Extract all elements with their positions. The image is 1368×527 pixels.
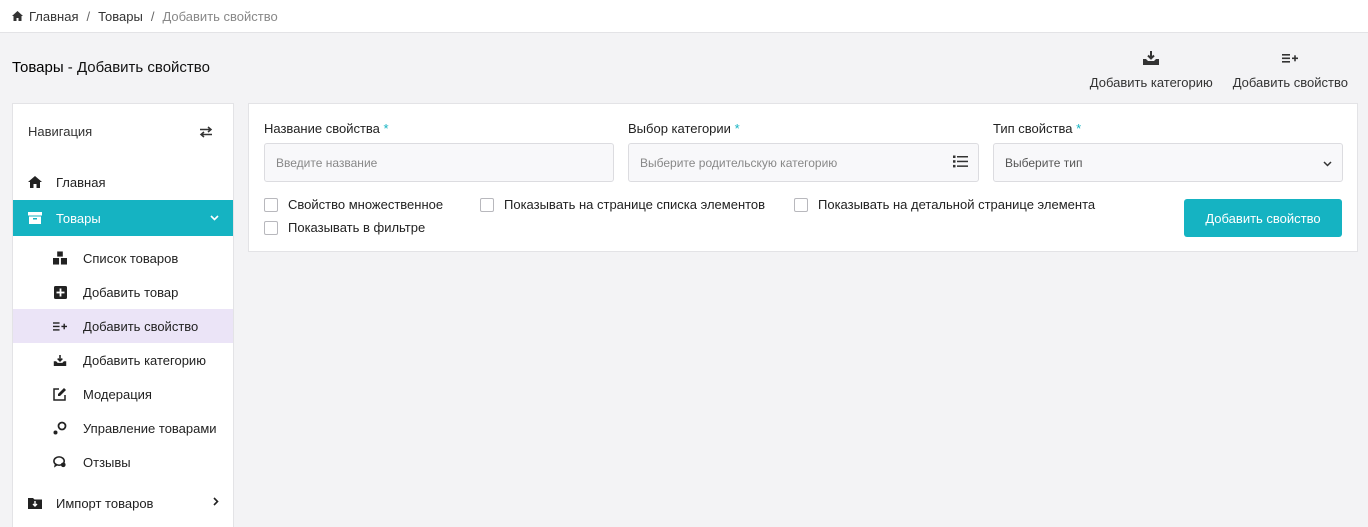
category-label: Выбор категории *	[628, 121, 740, 136]
checkbox-label: Свойство множественное	[288, 197, 444, 212]
breadcrumb-separator: /	[86, 8, 91, 24]
sidebar-subitem-label: Добавить товар	[83, 284, 179, 300]
swap-arrows-icon[interactable]	[199, 125, 213, 138]
type-label: Тип свойства *	[993, 121, 1081, 136]
page-title-section: Товары	[12, 59, 64, 76]
breadcrumb: Главная / Товары / Добавить свойство	[0, 0, 1368, 33]
checkbox-label: Показывать на странице списка элементов	[504, 197, 766, 212]
add-property-label: Добавить свойство	[1232, 75, 1348, 90]
type-value: Выберите тип	[1005, 155, 1083, 170]
list-icon[interactable]	[953, 155, 968, 171]
sidebar-subitem-label: Добавить свойство	[83, 318, 199, 334]
checkbox-label: Показывать на детальной странице элемент…	[818, 197, 1096, 212]
sidebar-item-import[interactable]: Импорт товаров	[13, 485, 233, 521]
name-placeholder: Введите название	[276, 155, 378, 170]
sidebar-item-home[interactable]: Главная	[13, 164, 233, 200]
sidebar-subitem-reviews[interactable]: Отзывы	[13, 445, 233, 479]
edit-icon	[53, 387, 67, 401]
sidebar-subitem-label: Список товаров	[83, 250, 179, 266]
page-title-rest: - Добавить свойство	[63, 59, 210, 76]
chevron-down-icon	[1323, 156, 1332, 170]
breadcrumb-section[interactable]: Товары	[98, 9, 143, 24]
chat-search-icon	[53, 455, 67, 469]
nav-header: Навигация	[13, 104, 233, 159]
sidebar-subitem-label: Модерация	[83, 386, 152, 402]
sidebar-subitem-label: Добавить категорию	[83, 352, 206, 368]
sidebar-item-label: Главная	[56, 174, 106, 190]
sidebar-item-label: Товары	[56, 210, 101, 226]
folder-download-icon	[28, 496, 42, 510]
add-property-button[interactable]: Добавить свойство	[1233, 50, 1348, 90]
required-mark: *	[1076, 121, 1082, 136]
add-category-button[interactable]: Добавить категорию	[1090, 50, 1213, 90]
checkbox-box[interactable]	[794, 197, 808, 212]
nav-header-label: Навигация	[28, 124, 93, 139]
checkbox-list-page[interactable]: Показывать на странице списка элементов	[480, 197, 765, 212]
sidebar-item-products[interactable]: Товары	[13, 200, 233, 236]
checkbox-multiple[interactable]: Свойство множественное	[264, 197, 443, 212]
tray-download-icon	[1143, 51, 1160, 65]
type-label-text: Тип свойства	[993, 121, 1073, 136]
sidebar-subitem-product-list[interactable]: Список товаров	[13, 241, 233, 275]
checkbox-label: Показывать в фильтре	[288, 220, 426, 235]
sidebar-subitem-label: Отзывы	[83, 454, 131, 470]
type-select[interactable]: Выберите тип	[993, 143, 1343, 182]
name-label-text: Название свойства	[264, 121, 380, 136]
required-mark: *	[734, 121, 740, 136]
list-plus-icon	[1282, 54, 1299, 63]
sidebar-subitem-add-property[interactable]: Добавить свойство	[13, 309, 233, 343]
breadcrumb-home[interactable]: Главная	[29, 9, 78, 24]
name-label: Название свойства *	[264, 121, 389, 136]
name-input[interactable]: Введите название	[264, 143, 614, 182]
checkbox-detail-page[interactable]: Показывать на детальной странице элемент…	[794, 197, 1095, 212]
chevron-down-icon	[210, 212, 219, 224]
archive-box-icon	[28, 211, 42, 225]
sidebar-subitem-moderation[interactable]: Модерация	[13, 377, 233, 411]
sidebar-subitem-management[interactable]: Управление товарами	[13, 411, 233, 445]
settings-nodes-icon	[53, 421, 67, 435]
category-select[interactable]: Выберите родительскую категорию	[628, 143, 979, 182]
checkbox-filter[interactable]: Показывать в фильтре	[264, 220, 425, 235]
submit-add-property-button[interactable]: Добавить свойство	[1184, 199, 1342, 237]
home-icon	[28, 175, 42, 189]
breadcrumb-separator: /	[150, 8, 155, 24]
add-category-label: Добавить категорию	[1089, 75, 1213, 90]
sidebar-subitem-label: Управление товарами	[83, 420, 217, 436]
property-form: Название свойства * Введите название Выб…	[248, 103, 1358, 252]
checkbox-box[interactable]	[264, 197, 278, 212]
checkbox-box[interactable]	[264, 220, 278, 235]
sidebar-subitem-add-category[interactable]: Добавить категорию	[13, 343, 233, 377]
sidebar: Навигация Главная Товары Список товаров …	[12, 103, 234, 527]
category-placeholder: Выберите родительскую категорию	[640, 155, 838, 170]
sidebar-subitem-add-product[interactable]: Добавить товар	[13, 275, 233, 309]
plus-square-icon	[53, 285, 67, 299]
checkbox-box[interactable]	[480, 197, 494, 212]
list-plus-icon	[53, 319, 67, 333]
sidebar-item-label: Импорт товаров	[56, 495, 154, 511]
boxes-icon	[53, 251, 67, 265]
tray-download-icon	[53, 353, 67, 367]
home-icon	[12, 11, 23, 21]
chevron-right-icon	[213, 497, 219, 509]
top-actions: Добавить категорию Добавить свойство	[1090, 50, 1348, 90]
required-mark: *	[383, 121, 389, 136]
category-label-text: Выбор категории	[628, 121, 731, 136]
breadcrumb-current: Добавить свойство	[162, 8, 278, 24]
page-title: Товары - Добавить свойство	[12, 59, 210, 76]
